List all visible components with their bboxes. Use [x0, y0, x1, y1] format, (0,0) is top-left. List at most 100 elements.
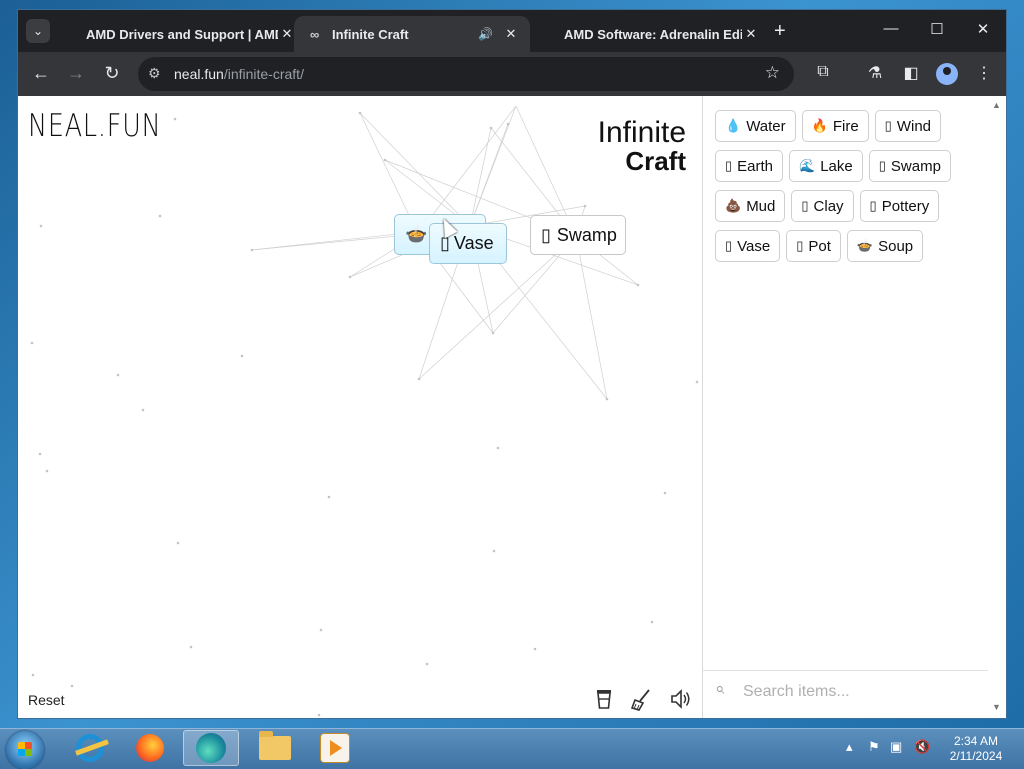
item-soup[interactable]: 🍲 Soup	[846, 230, 924, 262]
speaker-icon[interactable]: 🔊	[478, 27, 502, 41]
new-tab-button[interactable]: +	[774, 21, 786, 41]
app-title-craft: Craft	[625, 146, 686, 176]
chevron-down-icon: ⌄	[32, 24, 44, 38]
item-label: Earth	[737, 157, 774, 175]
folder-icon	[259, 731, 291, 760]
taskbar-media-player[interactable]	[307, 730, 363, 766]
bookmark-star-icon[interactable]: ☆	[765, 63, 780, 83]
tab-search-button[interactable]: ⌄	[26, 19, 50, 43]
wave-icon: 🌊	[799, 158, 816, 173]
close-window-button[interactable]: ✕	[968, 20, 998, 38]
tab-close-icon[interactable]: ✕	[502, 26, 520, 42]
profile-avatar-icon[interactable]	[936, 63, 958, 85]
tab-title: AMD Drivers and Support | AMD	[86, 26, 278, 42]
maximize-button[interactable]: ☐	[922, 20, 952, 38]
side-panel-icon[interactable]: ◧	[900, 63, 922, 83]
taskbar-internet-explorer[interactable]	[62, 730, 118, 766]
item-lake[interactable]: 🌊 Lake	[789, 150, 863, 182]
item-earth[interactable]: ▯ Earth	[715, 150, 784, 182]
item-label: Mud	[746, 197, 776, 215]
pot-icon: ▯	[796, 238, 804, 253]
broom-icon[interactable]	[630, 688, 652, 712]
item-label: Wind	[896, 117, 932, 135]
tab-amd-drivers[interactable]: AMD Drivers and Support | AMD ✕	[70, 16, 306, 52]
minimize-button[interactable]: —	[876, 20, 906, 37]
network-icon[interactable]: ▣	[890, 739, 902, 755]
address-bar[interactable]: ⚙ neal.fun/infinite-craft/ ☆	[138, 57, 794, 91]
reload-icon[interactable]: ↻	[101, 63, 123, 83]
infinity-icon: ∞	[310, 26, 320, 42]
clock-date: 2/11/2024	[949, 749, 1003, 763]
item-label: Clay	[813, 197, 844, 215]
clock-time: 2:34 AM	[953, 734, 999, 748]
item-label: Soup	[878, 237, 914, 255]
action-center-flag-icon[interactable]: ⚑	[868, 739, 880, 755]
fire-icon: 🔥	[811, 118, 828, 133]
extensions-puzzle-icon[interactable]: ⧉	[812, 63, 834, 81]
item-wind[interactable]: ▯ Wind	[874, 110, 942, 142]
craft-canvas[interactable]: NEAL.FUN Infinite Craft 🍲 ▯ Vase ▯ Swamp…	[18, 96, 702, 718]
system-clock[interactable]: 2:34 AM 2/11/2024	[944, 734, 1008, 764]
item-fire[interactable]: 🔥 Fire	[801, 110, 869, 142]
app-title-infinite: Infinite	[597, 116, 686, 149]
scroll-down-arrow-icon[interactable]: ▼	[992, 702, 1001, 712]
volume-muted-icon[interactable]: 🔇	[914, 739, 930, 755]
browser-window: ⌄ AMD Drivers and Support | AMD ✕ ∞ Infi…	[18, 10, 1006, 718]
item-pot[interactable]: ▯ Pot	[786, 230, 841, 262]
item-label: Lake	[820, 157, 853, 175]
back-arrow-icon[interactable]: ←	[30, 63, 52, 83]
forward-arrow-icon[interactable]: →	[65, 63, 87, 83]
item-label: Pot	[808, 237, 831, 255]
tab-title: AMD Software: Adrenalin Edition	[564, 26, 742, 42]
menu-kebab-icon[interactable]: ⋮	[973, 63, 995, 83]
page-content: NEAL.FUN Infinite Craft 🍲 ▯ Vase ▯ Swamp…	[18, 96, 1006, 718]
tab-amd-software[interactable]: AMD Software: Adrenalin Edition ✕	[548, 16, 770, 52]
neal-fun-logo[interactable]: NEAL.FUN	[28, 108, 162, 144]
url-text[interactable]: neal.fun/infinite-craft/	[174, 66, 304, 82]
internet-explorer-icon	[76, 734, 104, 762]
cup-icon[interactable]	[593, 688, 615, 712]
swamp-icon: ▯	[878, 158, 886, 173]
item-mud[interactable]: 💩 Mud	[715, 190, 786, 222]
tab-infinite-craft[interactable]: ∞ Infinite Craft 🔊 ✕	[294, 16, 530, 52]
wind-icon: ▯	[884, 118, 892, 133]
item-pottery[interactable]: ▯ Pottery	[859, 190, 940, 222]
firefox-icon	[136, 734, 164, 762]
flask-icon[interactable]: ⚗	[864, 63, 886, 83]
item-vase[interactable]: ▯ Vase	[715, 230, 781, 262]
item-label: Pottery	[881, 197, 930, 215]
soup-icon: 🍲	[405, 224, 428, 244]
taskbar-firefox[interactable]	[122, 730, 178, 766]
taskbar-file-explorer[interactable]	[247, 730, 303, 766]
vase-icon: ▯	[725, 238, 733, 253]
clay-icon: ▯	[801, 198, 809, 213]
sound-icon[interactable]	[669, 688, 691, 712]
canvas-connection-lines	[30, 105, 699, 717]
search-bar: ⌕	[703, 670, 989, 711]
items-list: 💧 Water 🔥 Fire ▯ Wind ▯ Earth 🌊 Lake ▯ Swamp 💩 Mud ▯…	[715, 110, 979, 270]
page-scrollbar[interactable]: ▲ ▼	[988, 96, 1006, 718]
item-swamp[interactable]: ▯ Swamp	[868, 150, 951, 182]
tab-close-icon[interactable]: ✕	[742, 26, 760, 42]
start-button[interactable]	[6, 731, 44, 769]
browser-toolbar: ← → ↻ ⚙ neal.fun/infinite-craft/ ☆ ⧉ ⚗ ◧…	[18, 52, 1006, 96]
mud-icon: 💩	[725, 198, 742, 213]
taskbar-edge[interactable]	[183, 730, 239, 766]
windows-taskbar: ▴ ⚑ ▣ 🔇 2:34 AM 2/11/2024	[0, 728, 1024, 769]
soup-icon: 🍲	[856, 238, 874, 253]
tab-strip: ⌄ AMD Drivers and Support | AMD ✕ ∞ Infi…	[18, 10, 1006, 52]
search-input[interactable]	[741, 679, 975, 705]
item-clay[interactable]: ▯ Clay	[791, 190, 854, 222]
canvas-item-swamp[interactable]: ▯ Swamp	[530, 215, 626, 255]
earth-icon: ▯	[725, 158, 733, 173]
search-icon: ⌕	[715, 679, 725, 698]
site-info-icon[interactable]: ⚙	[148, 65, 161, 82]
tab-title: Infinite Craft	[332, 26, 409, 42]
item-label: Fire	[832, 117, 859, 135]
scroll-up-arrow-icon[interactable]: ▲	[992, 100, 1001, 110]
item-label: Water	[746, 117, 786, 135]
reset-button[interactable]: Reset	[28, 692, 65, 708]
show-hidden-icons-arrow-icon[interactable]: ▴	[846, 739, 853, 755]
water-drop-icon: 💧	[725, 118, 742, 133]
item-water[interactable]: 💧 Water	[715, 110, 796, 142]
